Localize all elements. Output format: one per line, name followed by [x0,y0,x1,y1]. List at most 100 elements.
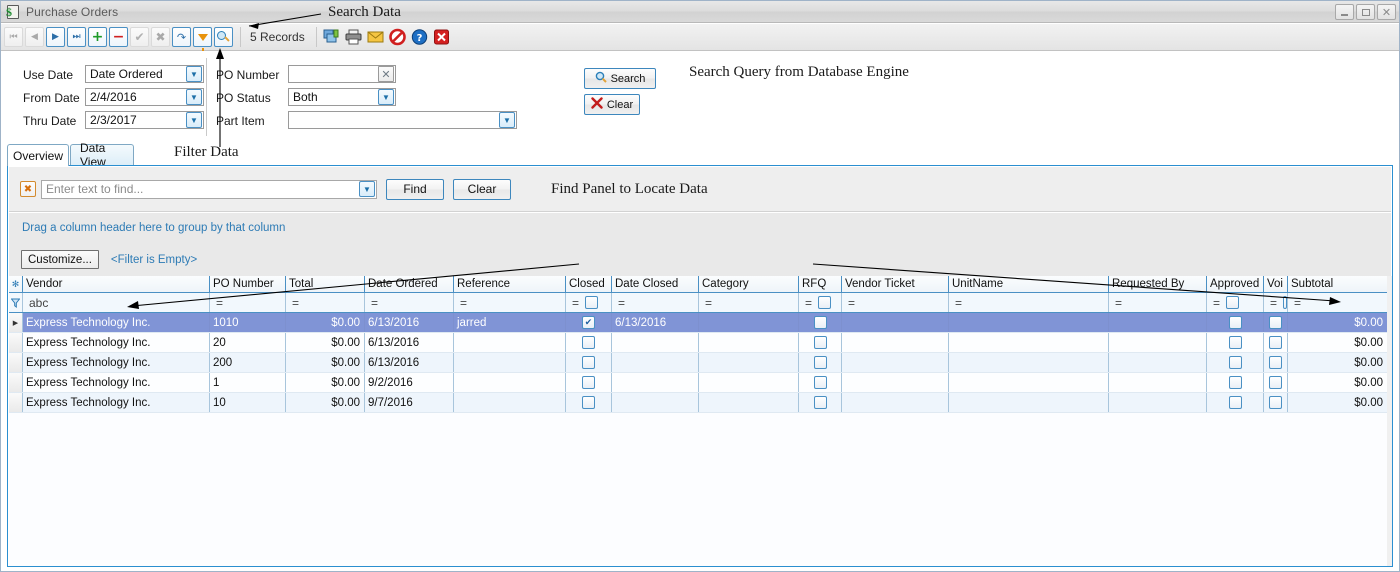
row-checkbox[interactable] [813,336,827,349]
table-cell[interactable] [612,333,699,352]
grid-filter-cell[interactable]: = [210,293,286,312]
table-cell[interactable] [842,333,949,352]
table-cell[interactable]: $0.00 [1288,333,1388,352]
use-date-combo[interactable]: Date Ordered ▼ [85,65,204,83]
table-cell[interactable] [799,333,842,352]
table-cell[interactable] [699,333,799,352]
table-cell[interactable] [612,353,699,372]
row-checkbox[interactable] [813,356,827,369]
row-indicator[interactable] [9,373,23,392]
row-checkbox[interactable] [1269,316,1282,329]
grid-column-header[interactable]: Category [699,276,799,292]
grid-column-header[interactable]: Voi [1264,276,1288,292]
table-cell[interactable] [1207,313,1264,332]
table-cell[interactable] [1264,353,1288,372]
table-cell[interactable] [1207,353,1264,372]
table-cell[interactable] [566,393,612,412]
row-checkbox[interactable] [582,356,595,369]
table-cell[interactable]: jarred [454,313,566,332]
table-row[interactable]: Express Technology Inc. 20 $0.00 6/13/2016 $… [9,333,1391,353]
table-cell[interactable]: 9/2/2016 [365,373,454,392]
table-cell[interactable] [799,393,842,412]
table-cell[interactable] [454,393,566,412]
previous-record-button[interactable]: ◀ [25,27,44,47]
row-checkbox[interactable] [813,316,827,329]
table-cell[interactable] [842,373,949,392]
grid-column-header[interactable]: RFQ [799,276,842,292]
help-icon[interactable]: ? [410,28,429,46]
table-cell[interactable] [1109,333,1207,352]
table-cell[interactable]: 10 [210,393,286,412]
row-checkbox[interactable] [813,396,827,409]
chevron-down-icon[interactable]: ▼ [186,112,202,128]
table-cell[interactable] [842,393,949,412]
table-cell[interactable] [1109,393,1207,412]
from-date-combo[interactable]: 2/4/2016 ▼ [85,88,204,106]
grid-column-header[interactable]: Vendor [23,276,210,292]
table-cell[interactable] [1109,313,1207,332]
table-cell[interactable]: $0.00 [286,313,365,332]
grid-column-header[interactable]: Vendor Ticket [842,276,949,292]
tab-overview[interactable]: Overview [7,144,69,166]
grid-body[interactable]: ▶ Express Technology Inc. 1010 $0.00 6/13/20… [9,313,1391,413]
table-cell[interactable] [949,373,1109,392]
row-checkbox[interactable] [582,396,595,409]
add-record-button[interactable]: + [88,27,107,47]
table-cell[interactable]: $0.00 [286,393,365,412]
grid-filter-cell[interactable]: = [1288,293,1388,312]
tab-data-view[interactable]: Data View [70,141,134,169]
table-cell[interactable] [566,353,612,372]
customize-button[interactable]: Customize... [21,250,99,269]
table-row[interactable]: Express Technology Inc. 10 $0.00 9/7/2016 $0… [9,393,1391,413]
table-cell[interactable] [699,353,799,372]
search-button[interactable]: Search [584,68,656,89]
minimize-button[interactable] [1335,4,1354,20]
table-cell[interactable] [1207,333,1264,352]
table-cell[interactable] [699,393,799,412]
purchase-orders-grid[interactable]: ✻ Vendor PO Number Total Date Ordered Refere… [9,276,1391,566]
table-cell[interactable]: 9/7/2016 [365,393,454,412]
grid-filter-cell[interactable]: abc [23,293,210,312]
clear-po-number-icon[interactable]: ✕ [378,66,394,82]
filter-data-button[interactable] [193,27,212,51]
next-record-button[interactable]: ▶ [46,27,65,47]
table-cell[interactable]: $0.00 [1288,373,1388,392]
grid-column-header[interactable]: Total [286,276,365,292]
table-cell[interactable] [842,313,949,332]
grid-column-header[interactable]: Date Closed [612,276,699,292]
chevron-down-icon[interactable]: ▼ [186,89,202,105]
grid-filter-cell[interactable]: = [842,293,949,312]
grid-column-header[interactable]: Date Ordered [365,276,454,292]
row-checkbox[interactable] [582,376,595,389]
row-checkbox[interactable] [1269,376,1282,389]
po-status-combo[interactable]: Both ▼ [288,88,396,106]
select-all-indicator[interactable]: ✻ [9,276,23,292]
table-cell[interactable] [1109,373,1207,392]
clear-find-button[interactable]: Clear [453,178,511,200]
table-cell[interactable] [612,373,699,392]
maximize-button[interactable] [1356,4,1375,20]
table-cell[interactable]: $0.00 [286,333,365,352]
row-checkbox[interactable] [1228,396,1242,409]
row-checkbox[interactable] [1269,356,1282,369]
table-cell[interactable] [799,313,842,332]
table-cell[interactable]: $0.00 [286,353,365,372]
row-checkbox[interactable] [1228,356,1242,369]
table-cell[interactable]: 20 [210,333,286,352]
table-cell[interactable] [1264,313,1288,332]
grid-filter-checkbox[interactable] [585,296,599,309]
thru-date-combo[interactable]: 2/3/2017 ▼ [85,111,204,129]
grid-column-header[interactable]: UnitName [949,276,1109,292]
row-indicator[interactable] [9,333,23,352]
table-cell[interactable] [454,353,566,372]
row-checkbox[interactable] [1228,376,1242,389]
row-checkbox[interactable] [582,316,595,329]
table-cell[interactable] [699,373,799,392]
grid-column-header[interactable]: Reference [454,276,566,292]
table-cell[interactable]: $0.00 [1288,313,1388,332]
table-cell[interactable] [949,393,1109,412]
table-row[interactable]: Express Technology Inc. 200 $0.00 6/13/2016… [9,353,1391,373]
post-edit-button[interactable]: ✔ [130,27,149,47]
search-data-button[interactable] [214,27,233,47]
grid-column-header[interactable]: Requested By [1109,276,1207,292]
